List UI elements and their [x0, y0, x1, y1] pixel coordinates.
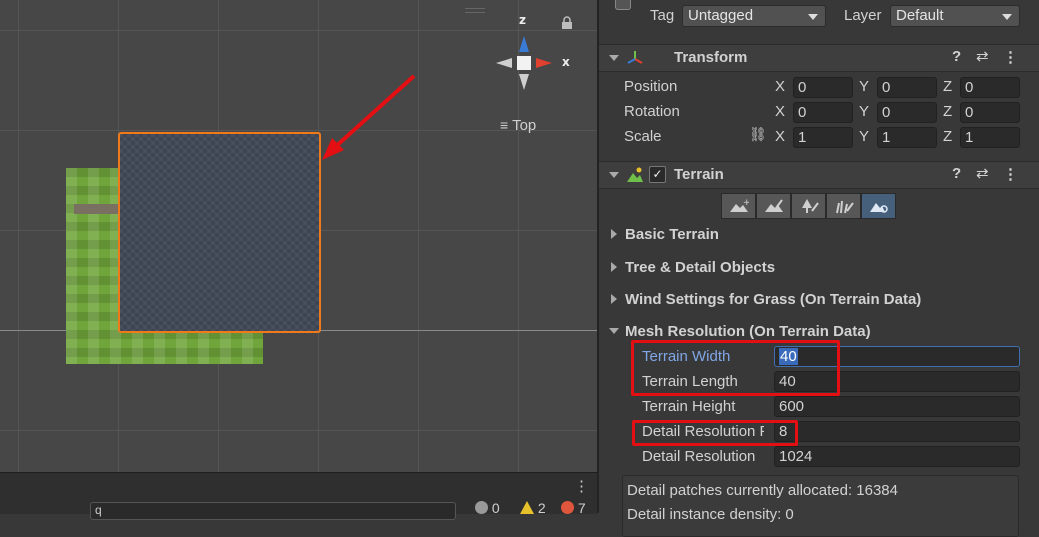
- highlight-annotation: [632, 420, 798, 446]
- scale-z-field[interactable]: 1: [960, 127, 1020, 148]
- axis-x-label: X: [775, 78, 786, 95]
- preset-icon[interactable]: ⇄: [976, 47, 989, 65]
- terrain-height-field[interactable]: 600: [774, 396, 1020, 417]
- inspector-panel: Tag Untagged Layer Default Transform ? ⇄…: [597, 0, 1039, 513]
- detail-resolution-label: Detail Resolution: [642, 448, 756, 465]
- paint-brush-icon: [764, 199, 783, 212]
- position-x-field[interactable]: 0: [793, 77, 853, 98]
- scene-view[interactable]: z x ≡ Top: [0, 0, 597, 472]
- chevron-down-icon: [808, 14, 818, 20]
- transform-header[interactable]: Transform ? ⇄ ⋮: [599, 44, 1039, 72]
- link-icon[interactable]: ⛓: [749, 126, 767, 143]
- axis-x-label: X: [775, 128, 786, 145]
- warning-count[interactable]: 2: [520, 500, 546, 516]
- basic-terrain-section[interactable]: Basic Terrain: [625, 226, 719, 243]
- position-label: Position: [624, 78, 678, 95]
- gameobject-icon: [615, 0, 631, 10]
- axis-z-label: Z: [943, 128, 953, 145]
- terrain-title: Terrain: [674, 166, 724, 183]
- drag-handle-icon: [465, 8, 485, 13]
- paint-terrain-button[interactable]: [756, 193, 791, 219]
- chevron-down-icon: [1002, 14, 1012, 20]
- rotation-z-field[interactable]: 0: [960, 102, 1020, 123]
- warning-icon: [520, 501, 534, 514]
- terrain-settings-button[interactable]: [861, 193, 896, 219]
- component-menu-icon[interactable]: ⋮: [1003, 48, 1018, 66]
- info-count[interactable]: 0: [475, 500, 500, 516]
- info-icon: [475, 501, 488, 514]
- mesh-resolution-section[interactable]: Mesh Resolution (On Terrain Data): [625, 323, 871, 340]
- axis-z-label: Z: [943, 78, 953, 95]
- terrain-icon: [627, 167, 643, 182]
- paint-trees-button[interactable]: [791, 193, 826, 219]
- axis-y-label: Y: [859, 128, 870, 145]
- scale-y-field[interactable]: 1: [877, 127, 937, 148]
- menu-lines-icon: ≡: [500, 117, 509, 133]
- position-y-field[interactable]: 0: [877, 77, 937, 98]
- terrain-height-label: Terrain Height: [642, 398, 736, 415]
- terrain-header[interactable]: ✓ Terrain ? ⇄ ⋮: [599, 161, 1039, 189]
- lock-icon[interactable]: [561, 16, 573, 30]
- transform-title: Transform: [674, 49, 748, 66]
- paint-details-button[interactable]: [826, 193, 861, 219]
- rotation-x-field[interactable]: 0: [793, 102, 853, 123]
- layer-label: Layer: [844, 7, 882, 24]
- scale-x-field[interactable]: 1: [793, 127, 853, 148]
- tree-icon: [801, 199, 819, 213]
- settings-icon: [869, 203, 888, 213]
- position-z-field[interactable]: 0: [960, 77, 1020, 98]
- detail-resolution-per-patch-field[interactable]: 8: [774, 421, 1020, 442]
- rotation-y-field[interactable]: 0: [877, 102, 937, 123]
- more-options-icon[interactable]: ⋮: [574, 477, 589, 495]
- axis-y-label: Y: [859, 103, 870, 120]
- wind-settings-section[interactable]: Wind Settings for Grass (On Terrain Data…: [625, 291, 921, 308]
- terrain-add-icon: +: [729, 198, 749, 212]
- orientation-gizmo-icon[interactable]: [488, 28, 558, 100]
- foldout-arrow-icon[interactable]: [611, 262, 617, 272]
- foldout-arrow-icon[interactable]: [611, 294, 617, 304]
- foldout-arrow-icon[interactable]: [609, 172, 619, 178]
- tag-dropdown[interactable]: Untagged: [682, 5, 826, 27]
- svg-text:+: +: [743, 198, 749, 208]
- foldout-arrow-icon[interactable]: [611, 229, 617, 239]
- preset-icon[interactable]: ⇄: [976, 164, 989, 182]
- create-neighbor-terrains-button[interactable]: +: [721, 193, 756, 219]
- axis-z-label: Z: [943, 103, 953, 120]
- axis-x-label: X: [775, 103, 786, 120]
- detail-resolution-field[interactable]: 1024: [774, 446, 1020, 467]
- error-icon: [561, 501, 574, 514]
- rotation-label: Rotation: [624, 103, 680, 120]
- foldout-arrow-icon[interactable]: [609, 55, 619, 61]
- help-icon[interactable]: ?: [952, 48, 961, 65]
- tag-label: Tag: [650, 7, 675, 24]
- highlight-annotation: [631, 340, 840, 396]
- tree-detail-objects-section[interactable]: Tree & Detail Objects: [625, 259, 775, 276]
- view-mode-label[interactable]: ≡ Top: [500, 117, 536, 134]
- scale-label: Scale: [624, 128, 662, 145]
- detail-density-info: Detail instance density: 0: [627, 506, 794, 523]
- axis-y-label: Y: [859, 78, 870, 95]
- gizmo-x-label: x: [562, 55, 570, 69]
- grass-icon: [835, 200, 854, 214]
- detail-patches-info: Detail patches currently allocated: 1638…: [627, 482, 898, 499]
- gizmo-z-label: z: [519, 13, 526, 27]
- detail-info-box: Detail patches currently allocated: 1638…: [622, 475, 1019, 537]
- error-count[interactable]: 7: [561, 500, 586, 516]
- help-icon[interactable]: ?: [952, 165, 961, 182]
- component-menu-icon[interactable]: ⋮: [1003, 165, 1018, 183]
- transform-icon: [627, 51, 643, 64]
- layer-dropdown[interactable]: Default: [890, 5, 1020, 27]
- foldout-arrow-icon[interactable]: [609, 328, 619, 334]
- console-search-input[interactable]: q: [90, 502, 456, 520]
- enabled-checkbox[interactable]: ✓: [649, 166, 666, 183]
